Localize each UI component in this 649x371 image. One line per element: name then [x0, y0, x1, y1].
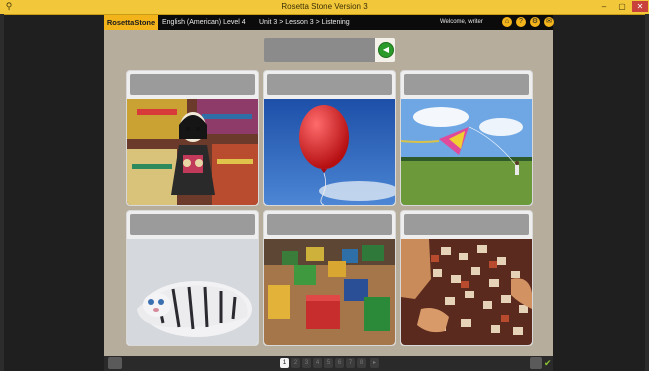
card-label-slot [404, 74, 529, 95]
answer-card-3[interactable] [400, 70, 533, 206]
prompt-text-box [264, 38, 395, 62]
app-top-bar: RosettaStone English (American) Level 4 … [104, 15, 554, 30]
options-icon[interactable] [530, 357, 542, 369]
minimize-button[interactable]: – [596, 1, 612, 12]
lesson-stage: ◀ [104, 30, 553, 356]
maximize-button[interactable]: ▢ [614, 1, 630, 12]
course-title: English (American) Level 4 [162, 19, 246, 26]
answer-card-6[interactable] [400, 210, 533, 346]
card-image-stuffed-tiger [127, 239, 258, 345]
answer-card-5[interactable] [263, 210, 396, 346]
card-image-red-balloon [264, 99, 395, 205]
card-image-folk-doll [127, 99, 258, 205]
breadcrumb: Unit 3 > Lesson 3 > Listening [259, 19, 350, 26]
card-label-slot [404, 214, 529, 235]
page-button-4[interactable]: 4 [313, 358, 322, 368]
help-icon[interactable]: ? [516, 17, 526, 27]
card-label-slot [130, 74, 255, 95]
card-label-slot [130, 214, 255, 235]
page-button-7[interactable]: 7 [346, 358, 355, 368]
settings-icon[interactable]: ⚙ [530, 17, 540, 27]
home-icon[interactable]: ⌂ [502, 17, 512, 27]
card-label-slot [267, 74, 392, 95]
card-image-puzzle [401, 239, 532, 345]
bottom-navigation-bar: 1 2 3 4 5 6 7 8 ▸ ✔ [104, 356, 553, 371]
page-button-5[interactable]: 5 [324, 358, 333, 368]
next-page-icon[interactable]: ▸ [370, 358, 379, 368]
play-audio-button[interactable]: ◀ [378, 42, 394, 58]
page-button-8[interactable]: 8 [357, 358, 366, 368]
check-icon[interactable]: ✔ [544, 356, 554, 371]
window-frame-left [0, 14, 4, 371]
page-button-6[interactable]: 6 [335, 358, 344, 368]
window-titlebar: ⚲ Rosetta Stone Version 3 – ▢ ✕ [0, 0, 649, 15]
page-button-1[interactable]: 1 [280, 358, 289, 368]
card-image-kite [401, 99, 532, 205]
exit-icon[interactable] [108, 357, 122, 369]
page-button-3[interactable]: 3 [302, 358, 311, 368]
window-title: Rosetta Stone Version 3 [281, 2, 368, 11]
page-button-2[interactable]: 2 [291, 358, 300, 368]
welcome-text: Welcome, writer [440, 19, 483, 25]
rosetta-stone-logo[interactable]: RosettaStone [104, 15, 158, 30]
answer-card-4[interactable] [126, 210, 259, 346]
answer-card-2[interactable] [263, 70, 396, 206]
close-button[interactable]: ✕ [632, 1, 648, 12]
card-label-slot [267, 214, 392, 235]
window-frame-right [645, 14, 649, 371]
card-image-toy-blocks [264, 239, 395, 345]
answer-card-1[interactable] [126, 70, 259, 206]
chat-icon[interactable]: ✉ [544, 17, 554, 27]
